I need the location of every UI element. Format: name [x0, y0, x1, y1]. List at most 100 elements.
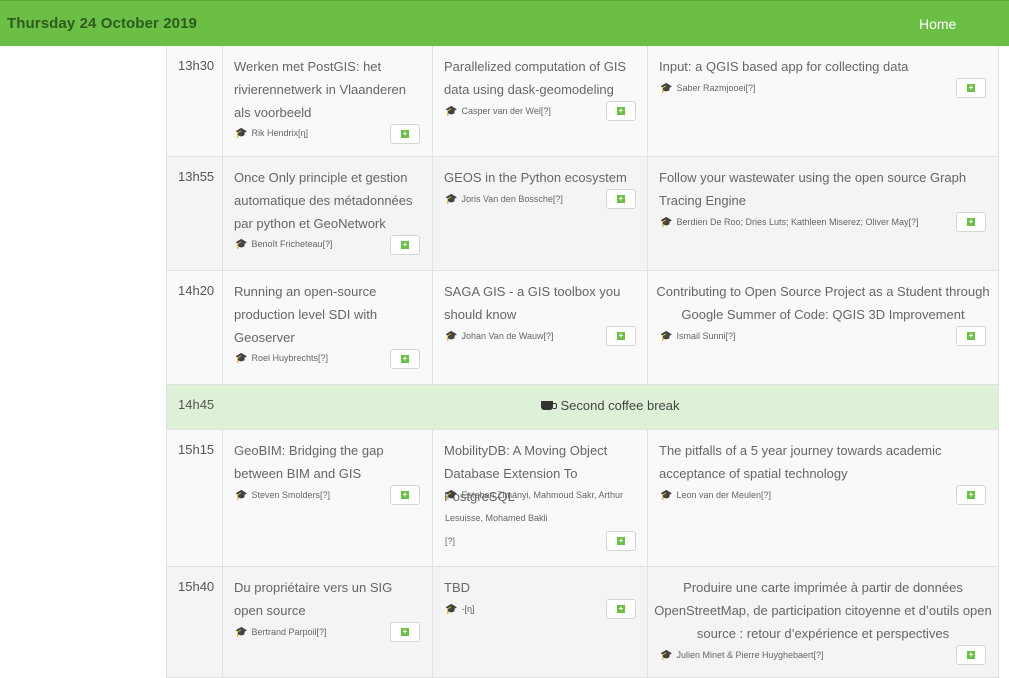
talk-cell: The pitfalls of a 5 year journey towards… — [648, 430, 998, 566]
plus-icon: + — [401, 129, 409, 138]
talk-cell: Running an open-source production level … — [223, 271, 433, 384]
schedule-table: 13h30 Werken met PostGIS: het rivierenne… — [166, 46, 999, 678]
talk-title[interactable]: Contributing to Open Source Project as a… — [654, 280, 992, 326]
plus-icon: + — [617, 331, 625, 340]
time-slot: 13h30 — [167, 46, 223, 156]
schedule-row: 13h30 Werken met PostGIS: het rivierenne… — [167, 46, 998, 157]
talk-speaker: 🎓 -[ɳ] — [445, 604, 475, 615]
add-to-agenda-button[interactable]: + — [390, 124, 420, 144]
talk-title[interactable]: Once Only principle et gestion automatiq… — [234, 166, 424, 235]
plus-icon: + — [401, 490, 409, 499]
talk-speaker: 🎓 Casper van der Wel[?] — [445, 106, 551, 117]
graduation-cap-icon: 🎓 — [235, 239, 248, 250]
talk-title[interactable]: GeoBIM: Bridging the gap between BIM and… — [234, 439, 424, 485]
schedule-row: 13h55 Once Only principle et gestion aut… — [167, 157, 998, 271]
talk-title[interactable]: GEOS in the Python ecosystem — [444, 166, 639, 189]
add-to-agenda-button[interactable]: + — [956, 326, 986, 346]
top-navbar: Thursday 24 October 2019 Home — [0, 0, 1009, 46]
plus-icon: + — [617, 604, 625, 613]
talk-cell: MobilityDB: A Moving Object Database Ext… — [433, 430, 648, 566]
talk-speaker: 🎓 Bertrand Parpoil[?] — [235, 627, 327, 638]
talk-speaker-continued: Lesuisse, Mohamed Bakli — [445, 513, 548, 523]
plus-icon: + — [967, 650, 975, 659]
add-to-agenda-button[interactable]: + — [956, 485, 986, 505]
add-to-agenda-button[interactable]: + — [956, 78, 986, 98]
add-to-agenda-button[interactable]: + — [390, 235, 420, 255]
graduation-cap-icon: 🎓 — [660, 650, 673, 661]
talk-title[interactable]: Running an open-source production level … — [234, 280, 424, 349]
talk-speaker: 🎓 Rik Hendrix[ɳ] — [235, 128, 308, 139]
add-to-agenda-button[interactable]: + — [956, 212, 986, 232]
graduation-cap-icon: 🎓 — [660, 217, 673, 228]
talk-cell: Follow your wastewater using the open so… — [648, 157, 998, 270]
add-to-agenda-button[interactable]: + — [390, 485, 420, 505]
plus-icon: + — [401, 354, 409, 363]
schedule-row: 14h20 Running an open-source production … — [167, 271, 998, 385]
plus-icon: + — [967, 331, 975, 340]
graduation-cap-icon: 🎓 — [445, 490, 458, 501]
graduation-cap-icon: 🎓 — [660, 83, 673, 94]
break-label: Second coffee break — [167, 398, 998, 413]
talk-title[interactable]: SAGA GIS - a GIS toolbox you should know — [444, 280, 639, 326]
talk-speaker: 🎓 Berdien De Roo; Dries Luts; Kathleen Mi… — [660, 217, 919, 228]
schedule-row: 15h15 GeoBIM: Bridging the gap between B… — [167, 430, 998, 567]
add-to-agenda-button[interactable]: + — [390, 349, 420, 369]
talk-speaker: 🎓 Saber Razmjooei[?] — [660, 83, 756, 94]
talk-speaker: 🎓 Benoît Fricheteau[?] — [235, 239, 333, 250]
graduation-cap-icon: 🎓 — [445, 331, 458, 342]
graduation-cap-icon: 🎓 — [445, 194, 458, 205]
add-to-agenda-button[interactable]: + — [606, 101, 636, 121]
schedule-row: 15h40 Du propriétaire vers un SIG open s… — [167, 567, 998, 678]
graduation-cap-icon: 🎓 — [235, 128, 248, 139]
plus-icon: + — [967, 217, 975, 226]
talk-speaker: 🎓 Roel Huybrechts[?] — [235, 353, 328, 364]
graduation-cap-icon: 🎓 — [445, 106, 458, 117]
graduation-cap-icon: 🎓 — [660, 490, 673, 501]
graduation-cap-icon: 🎓 — [235, 353, 248, 364]
talk-cell: SAGA GIS - a GIS toolbox you should know… — [433, 271, 648, 384]
talk-cell: Contributing to Open Source Project as a… — [648, 271, 998, 384]
plus-icon: + — [967, 490, 975, 499]
plus-icon: + — [401, 240, 409, 249]
break-row: 14h45 Second coffee break — [167, 385, 998, 430]
add-to-agenda-button[interactable]: + — [956, 645, 986, 665]
talk-cell: Input: a QGIS based app for collecting d… — [648, 46, 998, 156]
coffee-cup-icon — [541, 401, 558, 410]
add-to-agenda-button[interactable]: + — [606, 189, 636, 209]
graduation-cap-icon: 🎓 — [235, 627, 248, 638]
talk-speaker: 🎓 Leon van der Meulen[?] — [660, 490, 772, 501]
talk-title[interactable]: Parallelized computation of GIS data usi… — [444, 55, 639, 101]
talk-cell: GEOS in the Python ecosystem 🎓 Joris Van … — [433, 157, 648, 270]
plus-icon: + — [617, 194, 625, 203]
plus-icon: + — [401, 627, 409, 636]
talk-title[interactable]: Werken met PostGIS: het rivierennetwerk … — [234, 55, 424, 124]
talk-speaker: 🎓 Johan Van de Wauw[?] — [445, 331, 554, 342]
page-date-title: Thursday 24 October 2019 — [7, 15, 197, 32]
plus-icon: + — [617, 536, 625, 545]
graduation-cap-icon: 🎓 — [235, 490, 248, 501]
add-to-agenda-button[interactable]: + — [606, 326, 636, 346]
time-slot: 15h40 — [167, 567, 223, 677]
talk-cell: TBD 🎓 -[ɳ] + — [433, 567, 648, 677]
add-to-agenda-button[interactable]: + — [390, 622, 420, 642]
talk-speaker: 🎓 Steven Smolders[?] — [235, 490, 330, 501]
home-link[interactable]: Home — [919, 16, 956, 32]
talk-speaker: 🎓 Esteban Zimányi, Mahmoud Sakr, Arthur — [445, 490, 624, 501]
plus-icon: + — [617, 106, 625, 115]
talk-title[interactable]: The pitfalls of a 5 year journey towards… — [659, 439, 990, 485]
talk-speaker-note: [?] — [445, 536, 456, 546]
add-to-agenda-button[interactable]: + — [606, 599, 636, 619]
add-to-agenda-button[interactable]: + — [606, 531, 636, 551]
time-slot: 14h20 — [167, 271, 223, 384]
talk-title[interactable]: Produire une carte imprimée à partir de … — [654, 576, 992, 645]
talk-cell: Du propriétaire vers un SIG open source … — [223, 567, 433, 677]
talk-speaker: 🎓 Julien Minet & Pierre Huyghebaert[?] — [660, 650, 824, 661]
graduation-cap-icon: 🎓 — [445, 604, 458, 615]
talk-title[interactable]: TBD — [444, 576, 639, 599]
talk-title[interactable]: Du propriétaire vers un SIG open source — [234, 576, 424, 622]
talk-title[interactable]: Input: a QGIS based app for collecting d… — [659, 55, 990, 78]
talk-cell: GeoBIM: Bridging the gap between BIM and… — [223, 430, 433, 566]
talk-title[interactable]: Follow your wastewater using the open so… — [659, 166, 990, 212]
talk-speaker: 🎓 Joris Van den Bossche[?] — [445, 194, 563, 205]
time-slot: 15h15 — [167, 430, 223, 566]
